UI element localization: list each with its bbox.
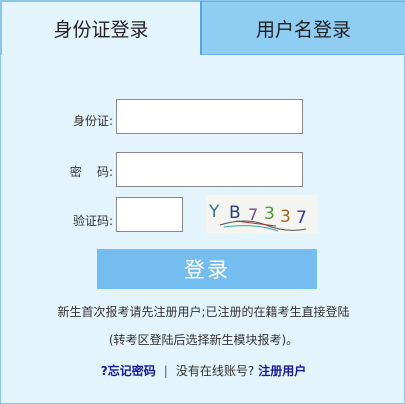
password-label: 密 码:: [69, 165, 113, 179]
login-button[interactable]: 登录: [97, 249, 317, 289]
captcha-label: 验证码:: [72, 214, 113, 228]
captcha-char-1: Y: [208, 202, 220, 222]
captcha-graphic: Y B 7 3 3 7: [208, 202, 307, 232]
password-input[interactable]: [116, 152, 303, 187]
forgot-password-link[interactable]: ?忘记密码: [101, 362, 156, 379]
id-card-input[interactable]: [116, 99, 303, 134]
transfer-hint: (转考区登陆后选择新生模块报考)。: [108, 333, 299, 347]
link-separator: |: [163, 363, 168, 378]
footer-links: ?忘记密码 | 没有在线账号? 注册用户: [1, 362, 405, 379]
login-tabs: 身份证登录 用户名登录: [1, 1, 405, 55]
id-card-label: 身份证:: [72, 114, 113, 128]
captcha-image[interactable]: Y B 7 3 3 7: [206, 195, 317, 233]
register-link[interactable]: 注册用户: [258, 362, 306, 379]
captcha-char-6: 7: [296, 208, 307, 228]
captcha-input[interactable]: [116, 197, 183, 232]
register-hint: 新生首次报考请先注册用户;已注册的在籍考生直接登陆: [57, 305, 350, 319]
tab-id-card-login[interactable]: 身份证登录: [1, 1, 200, 55]
no-account-text: 没有在线账号?: [175, 364, 255, 378]
captcha-char-3: 7: [248, 205, 258, 224]
captcha-char-4: 3: [264, 204, 275, 224]
captcha-char-5: 3: [280, 207, 291, 227]
login-panel: 身份证登录 用户名登录 身份证: 密 码: 验证码: Y B 7 3 3 7 登…: [0, 0, 405, 404]
captcha-char-2: B: [229, 203, 241, 223]
tab-username-login[interactable]: 用户名登录: [200, 1, 405, 55]
